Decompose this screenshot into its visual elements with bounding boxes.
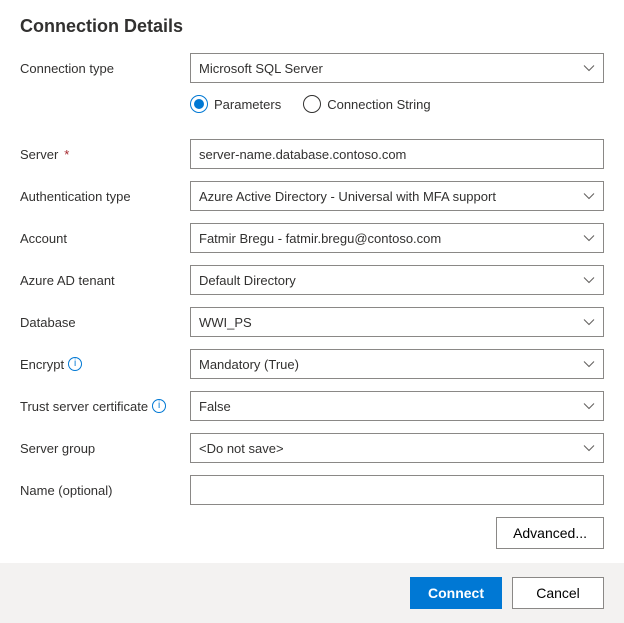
trust-cert-label: Trust server certificate i bbox=[20, 399, 190, 414]
trust-cert-select[interactable]: False bbox=[190, 391, 604, 421]
encrypt-value: Mandatory (True) bbox=[199, 357, 299, 372]
info-icon[interactable]: i bbox=[152, 399, 166, 413]
radio-unselected-icon bbox=[303, 95, 321, 113]
chevron-down-icon bbox=[583, 316, 595, 328]
dialog-footer: Connect Cancel bbox=[0, 563, 624, 623]
encrypt-select[interactable]: Mandatory (True) bbox=[190, 349, 604, 379]
chevron-down-icon bbox=[583, 274, 595, 286]
tenant-select[interactable]: Default Directory bbox=[190, 265, 604, 295]
radio-parameters-label: Parameters bbox=[214, 97, 281, 112]
radio-parameters[interactable]: Parameters bbox=[190, 95, 281, 113]
chevron-down-icon bbox=[583, 442, 595, 454]
advanced-button[interactable]: Advanced... bbox=[496, 517, 604, 549]
server-input[interactable]: server-name.database.contoso.com bbox=[190, 139, 604, 169]
radio-connection-string-label: Connection String bbox=[327, 97, 430, 112]
trust-cert-value: False bbox=[199, 399, 231, 414]
server-group-value: <Do not save> bbox=[199, 441, 284, 456]
chevron-down-icon bbox=[583, 232, 595, 244]
page-title: Connection Details bbox=[20, 16, 604, 37]
cancel-button[interactable]: Cancel bbox=[512, 577, 604, 609]
tenant-label: Azure AD tenant bbox=[20, 273, 190, 288]
account-value: Fatmir Bregu - fatmir.bregu@contoso.com bbox=[199, 231, 441, 246]
name-input[interactable] bbox=[190, 475, 604, 505]
required-indicator: * bbox=[64, 147, 69, 162]
server-group-label: Server group bbox=[20, 441, 190, 456]
connect-button[interactable]: Connect bbox=[410, 577, 502, 609]
server-value: server-name.database.contoso.com bbox=[199, 147, 406, 162]
database-label: Database bbox=[20, 315, 190, 330]
radio-selected-icon bbox=[190, 95, 208, 113]
chevron-down-icon bbox=[583, 400, 595, 412]
connection-type-label: Connection type bbox=[20, 61, 190, 76]
server-group-select[interactable]: <Do not save> bbox=[190, 433, 604, 463]
auth-type-select[interactable]: Azure Active Directory - Universal with … bbox=[190, 181, 604, 211]
account-label: Account bbox=[20, 231, 190, 246]
database-select[interactable]: WWI_PS bbox=[190, 307, 604, 337]
tenant-value: Default Directory bbox=[199, 273, 296, 288]
encrypt-label: Encrypt i bbox=[20, 357, 190, 372]
server-label: Server* bbox=[20, 147, 190, 162]
connection-type-value: Microsoft SQL Server bbox=[199, 61, 323, 76]
connection-type-select[interactable]: Microsoft SQL Server bbox=[190, 53, 604, 83]
info-icon[interactable]: i bbox=[68, 357, 82, 371]
chevron-down-icon bbox=[583, 62, 595, 74]
chevron-down-icon bbox=[583, 358, 595, 370]
name-label: Name (optional) bbox=[20, 483, 190, 498]
chevron-down-icon bbox=[583, 190, 595, 202]
auth-type-value: Azure Active Directory - Universal with … bbox=[199, 189, 496, 204]
account-select[interactable]: Fatmir Bregu - fatmir.bregu@contoso.com bbox=[190, 223, 604, 253]
radio-connection-string[interactable]: Connection String bbox=[303, 95, 430, 113]
auth-type-label: Authentication type bbox=[20, 189, 190, 204]
database-value: WWI_PS bbox=[199, 315, 252, 330]
